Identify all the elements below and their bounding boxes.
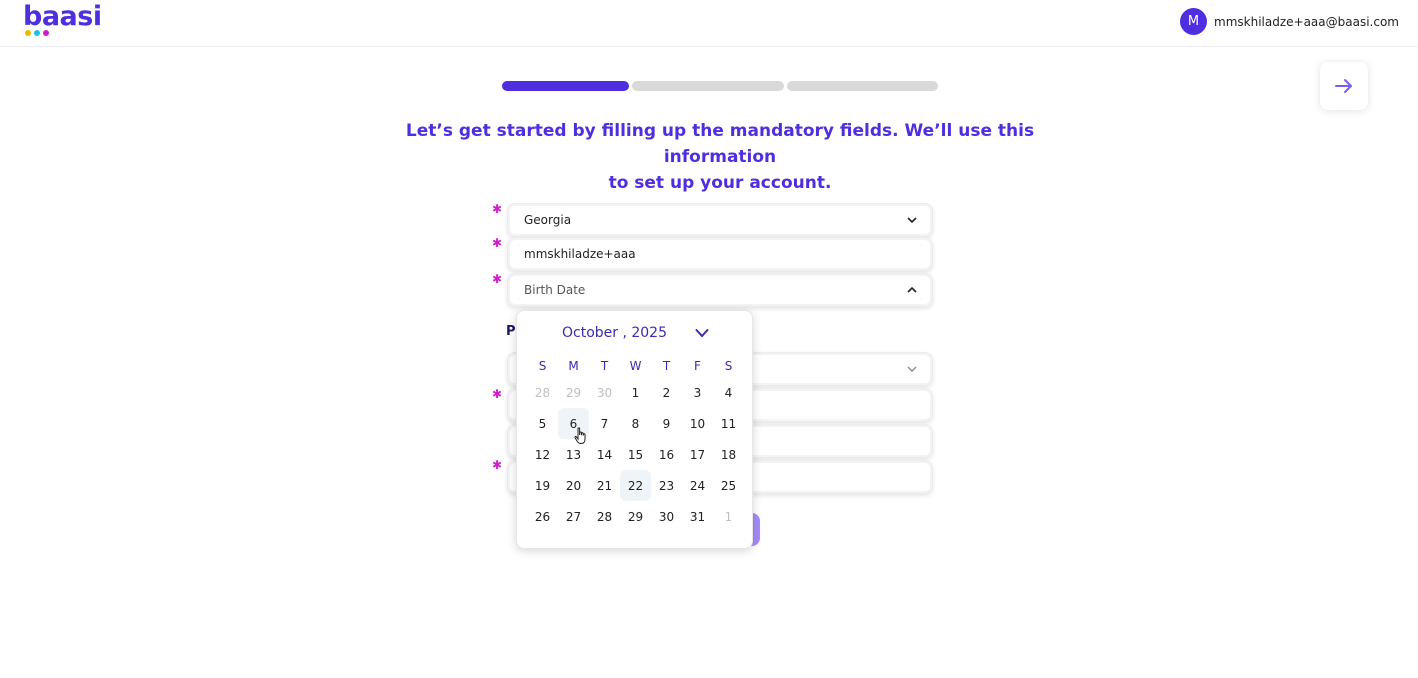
- calendar-day[interactable]: 30: [651, 501, 682, 532]
- avatar[interactable]: M: [1180, 8, 1208, 35]
- baasi-logo[interactable]: baasi: [23, 1, 102, 36]
- step-progress-bar: [502, 81, 938, 91]
- calendar-day[interactable]: 4: [713, 377, 744, 408]
- required-marker: ✱: [492, 272, 503, 286]
- user-email: mmskhiladze+aaa@baasi.com: [1214, 14, 1399, 29]
- calendar-day[interactable]: 11: [713, 408, 744, 439]
- required-marker: ✱: [492, 387, 503, 401]
- weekday-header: S: [724, 359, 733, 373]
- month-selector[interactable]: October , 2025: [517, 325, 754, 341]
- calendar-day[interactable]: 22: [620, 470, 651, 501]
- logo-dot-yellow: [25, 30, 31, 36]
- logo-dot-cyan: [34, 30, 40, 36]
- calendar-day[interactable]: 16: [651, 439, 682, 470]
- birth-date-placeholder: Birth Date: [524, 283, 586, 297]
- calendar-day[interactable]: 25: [713, 470, 744, 501]
- calendar-day[interactable]: 10: [682, 408, 713, 439]
- hand-cursor-icon: [574, 427, 586, 445]
- calendar-day[interactable]: 31: [682, 501, 713, 532]
- calendar-day-outside[interactable]: 30: [589, 377, 620, 408]
- weekday-header: M: [568, 359, 579, 373]
- logo-text: baasi: [23, 1, 102, 32]
- country-select[interactable]: Georgia: [507, 203, 933, 237]
- calendar-day[interactable]: 15: [620, 439, 651, 470]
- calendar-day[interactable]: 1: [620, 377, 651, 408]
- calendar-day[interactable]: 28: [589, 501, 620, 532]
- weekday-header: W: [629, 359, 642, 373]
- calendar-day[interactable]: 20: [558, 470, 589, 501]
- next-step-button[interactable]: [1320, 62, 1368, 110]
- calendar-day[interactable]: 19: [527, 470, 558, 501]
- calendar-day-outside[interactable]: 29: [558, 377, 589, 408]
- calendar-day[interactable]: 9: [651, 408, 682, 439]
- weekday-header: S: [538, 359, 547, 373]
- calendar-day[interactable]: 18: [713, 439, 744, 470]
- section-label: P: [506, 324, 516, 339]
- username-field[interactable]: mmskhiladze+aaa: [507, 237, 933, 271]
- country-value: Georgia: [524, 213, 572, 227]
- headline-line-2: to set up your account.: [608, 173, 832, 193]
- progress-step-3: [787, 81, 938, 91]
- birth-date-field[interactable]: Birth Date: [507, 273, 933, 307]
- logo-dots: [25, 30, 49, 36]
- logo-dot-magenta: [43, 30, 49, 36]
- calendar-day[interactable]: 29: [620, 501, 651, 532]
- calendar-day[interactable]: 21: [589, 470, 620, 501]
- calendar-day-outside[interactable]: 28: [527, 377, 558, 408]
- calendar-day[interactable]: 7: [589, 408, 620, 439]
- top-bar: baasi M mmskhiladze+aaa@baasi.com: [0, 0, 1418, 47]
- chevron-down-icon: [907, 366, 917, 372]
- weekday-header: F: [694, 359, 701, 373]
- calendar-day[interactable]: 3: [682, 377, 713, 408]
- calendar-day[interactable]: 14: [589, 439, 620, 470]
- required-marker: ✱: [492, 202, 503, 216]
- weekday-header: T: [600, 359, 609, 373]
- progress-step-1: [502, 81, 629, 91]
- user-menu[interactable]: M mmskhiladze+aaa@baasi.com: [1180, 8, 1399, 35]
- date-picker: October , 2025 S M T W T F S 28 29 30 1 2 3 4 5 6 7 8 9 10 1…: [516, 310, 753, 549]
- month-label: October , 2025: [561, 325, 667, 341]
- username-value: mmskhiladze+aaa: [524, 247, 636, 261]
- calendar-day-outside[interactable]: 1: [713, 501, 744, 532]
- chevron-down-icon[interactable]: [695, 328, 709, 338]
- required-marker: ✱: [492, 236, 503, 250]
- headline-line-1: Let’s get started by filling up the mand…: [405, 121, 1035, 167]
- calendar-day[interactable]: 23: [651, 470, 682, 501]
- calendar-day[interactable]: 24: [682, 470, 713, 501]
- calendar-day[interactable]: 26: [527, 501, 558, 532]
- calendar-day[interactable]: 12: [527, 439, 558, 470]
- calendar-day[interactable]: 27: [558, 501, 589, 532]
- calendar-day[interactable]: 5: [527, 408, 558, 439]
- weekday-header: T: [662, 359, 671, 373]
- chevron-up-icon: [907, 286, 917, 293]
- required-marker: ✱: [492, 458, 503, 472]
- page-headline: Let’s get started by filling up the mand…: [360, 118, 1080, 196]
- progress-step-2: [632, 81, 784, 91]
- chevron-down-icon: [907, 217, 917, 224]
- arrow-right-icon: [1335, 79, 1352, 93]
- calendar-day[interactable]: 2: [651, 377, 682, 408]
- calendar-day[interactable]: 17: [682, 439, 713, 470]
- calendar-grid: S M T W T F S 28 29 30 1 2 3 4 5 6 7 8 9 10 11 12 13 14 15 16 17 18…: [527, 359, 744, 532]
- calendar-day[interactable]: 8: [620, 408, 651, 439]
